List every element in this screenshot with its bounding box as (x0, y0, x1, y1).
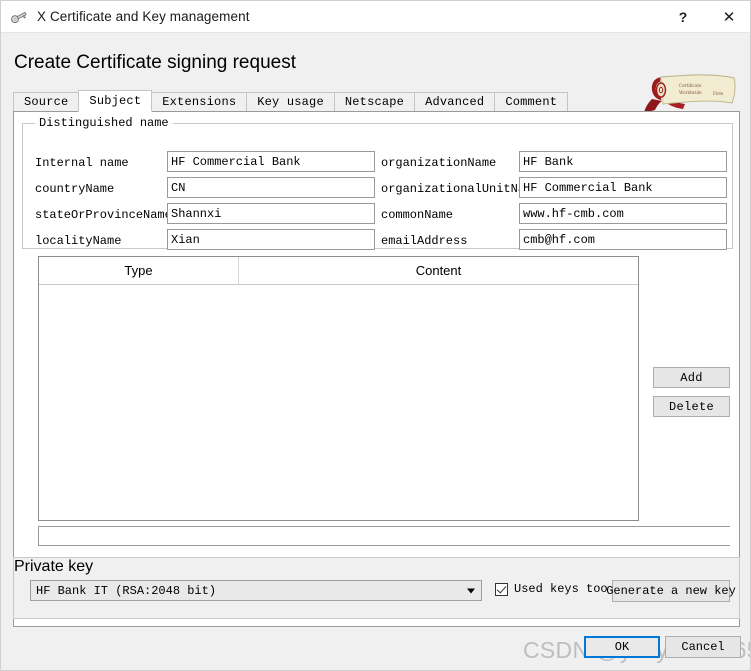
tab-netscape[interactable]: Netscape (333, 92, 416, 112)
label-internal-name: Internal name (35, 156, 129, 170)
tab-bar[interactable]: Source Subject Extensions Key usage Nets… (13, 90, 740, 112)
cancel-button[interactable]: Cancel (665, 636, 741, 658)
distinguished-name-legend: Distinguished name (35, 116, 173, 130)
label-common-name: commonName (381, 208, 454, 222)
input-locality-name[interactable] (167, 229, 375, 250)
delete-button[interactable]: Delete (653, 396, 730, 417)
application-window: X Certificate and Key management ? ✕ Cre… (0, 0, 751, 671)
subject-tab-panel: Distinguished name Internal name country… (13, 111, 740, 627)
tab-comment[interactable]: Comment (494, 92, 569, 112)
header-area: Create Certificate signing request Certi… (1, 33, 750, 113)
private-key-selected-value: HF Bank IT (RSA:2048 bit) (36, 583, 217, 598)
tab-source[interactable]: Source (13, 92, 80, 112)
private-key-group: Private key HF Bank IT (RSA:2048 bit) Us… (13, 557, 740, 619)
help-button[interactable]: ? (660, 1, 706, 33)
column-header-content[interactable]: Content (239, 257, 638, 284)
table-body[interactable] (39, 285, 638, 520)
input-organizational-unit-name[interactable] (519, 177, 727, 198)
svg-text:Certificate: Certificate (679, 83, 702, 88)
ok-button[interactable]: OK (584, 636, 660, 658)
key-icon (5, 1, 33, 33)
label-organizational-unit-name: organizationalUnitName (381, 182, 540, 196)
tab-key-usage[interactable]: Key usage (246, 92, 335, 112)
used-keys-too-label: Used keys too (514, 582, 608, 596)
window-controls: ? ✕ (660, 1, 750, 33)
add-button[interactable]: Add (653, 367, 730, 388)
distinguished-name-group: Distinguished name Internal name country… (22, 116, 733, 250)
label-state-or-province-name: stateOrProvinceName (35, 208, 172, 222)
generate-new-key-button[interactable]: Generate a new key (606, 580, 736, 602)
private-key-select[interactable]: HF Bank IT (RSA:2048 bit) (30, 580, 482, 601)
label-organization-name: organizationName (381, 156, 497, 170)
window-title: X Certificate and Key management (37, 9, 250, 24)
tab-extensions[interactable]: Extensions (151, 92, 248, 112)
tab-advanced[interactable]: Advanced (414, 92, 496, 112)
attributes-table[interactable]: Type Content (38, 256, 639, 521)
table-header-row: Type Content (39, 257, 638, 285)
close-button[interactable]: ✕ (706, 1, 750, 33)
chevron-down-icon (467, 588, 475, 593)
title-bar: X Certificate and Key management ? ✕ (1, 1, 750, 33)
input-organization-name[interactable] (519, 151, 727, 172)
input-internal-name[interactable] (167, 151, 375, 172)
checkbox-indicator[interactable] (495, 582, 508, 596)
input-email-address[interactable] (519, 229, 727, 250)
private-key-legend: Private key (14, 558, 739, 576)
column-header-type[interactable]: Type (39, 257, 239, 284)
input-common-name[interactable] (519, 203, 727, 224)
label-country-name: countryName (35, 182, 115, 196)
label-locality-name: localityName (35, 234, 122, 248)
attribute-value-input[interactable] (38, 526, 730, 546)
label-email-address: emailAddress (381, 234, 468, 248)
input-state-or-province-name[interactable] (167, 203, 375, 224)
tab-subject[interactable]: Subject (78, 90, 153, 112)
used-keys-too-checkbox[interactable]: Used keys too (495, 582, 608, 596)
page-title: Create Certificate signing request (14, 52, 296, 73)
input-country-name[interactable] (167, 177, 375, 198)
